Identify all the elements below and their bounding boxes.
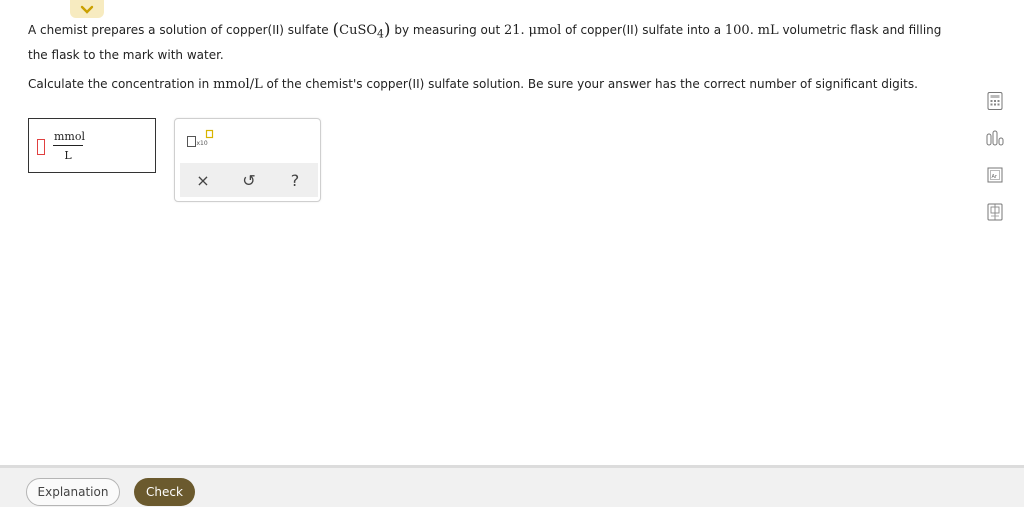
- answer-box: mmol L: [28, 118, 156, 173]
- amount-value: 21.: [503, 23, 525, 38]
- svg-text:Ar: Ar: [992, 174, 998, 180]
- math-toolpad: x10 × ↺ ?: [174, 118, 321, 202]
- periodic-table-icon: Ar: [986, 166, 1004, 188]
- clear-button[interactable]: ×: [188, 165, 218, 195]
- volume-unit: mL: [757, 23, 779, 38]
- formula: CuSO4: [339, 23, 384, 41]
- unit-denominator: L: [64, 149, 72, 162]
- reference-button[interactable]: [984, 203, 1006, 225]
- unit-fraction: mmol L: [53, 130, 85, 162]
- clear-icon: ×: [196, 170, 210, 190]
- chevron-down-icon: [80, 0, 94, 19]
- undo-icon: ↺: [242, 170, 256, 190]
- reference-book-icon: [985, 202, 1005, 226]
- check-button[interactable]: Check: [134, 478, 195, 506]
- question-paragraph-2: Calculate the concentration in mmol/L of…: [28, 76, 918, 92]
- calculator-button[interactable]: [984, 92, 1006, 114]
- side-toolbar: Ar: [984, 92, 1008, 240]
- data-chart-icon: [985, 128, 1005, 152]
- collapse-tab[interactable]: [70, 0, 104, 18]
- amount-unit: μmol: [528, 23, 562, 38]
- calculator-icon: [986, 91, 1004, 115]
- footer-bar: Explanation Check: [0, 465, 1024, 507]
- scientific-notation-icon: x10: [186, 129, 216, 155]
- sci-label: x10: [197, 140, 208, 147]
- toolpad-actions: × ↺ ?: [180, 163, 318, 197]
- question-text-part: A chemist prepares a solution of copper(…: [28, 23, 329, 37]
- scientific-notation-button[interactable]: x10: [186, 129, 214, 151]
- volume-value: 100.: [724, 23, 754, 38]
- undo-button[interactable]: ↺: [234, 165, 264, 195]
- concentration-unit: mmol/L: [213, 76, 263, 92]
- periodic-table-button[interactable]: Ar: [984, 166, 1006, 188]
- question-text: A chemist prepares a solution of copper(…: [28, 20, 958, 104]
- data-chart-button[interactable]: [984, 129, 1006, 151]
- help-button[interactable]: ?: [280, 165, 310, 195]
- answer-input[interactable]: [37, 139, 45, 155]
- question-paragraph-1: A chemist prepares a solution of copper(…: [28, 20, 942, 62]
- unit-numerator: mmol: [53, 130, 85, 146]
- explanation-button[interactable]: Explanation: [26, 478, 120, 506]
- help-icon: ?: [290, 170, 300, 190]
